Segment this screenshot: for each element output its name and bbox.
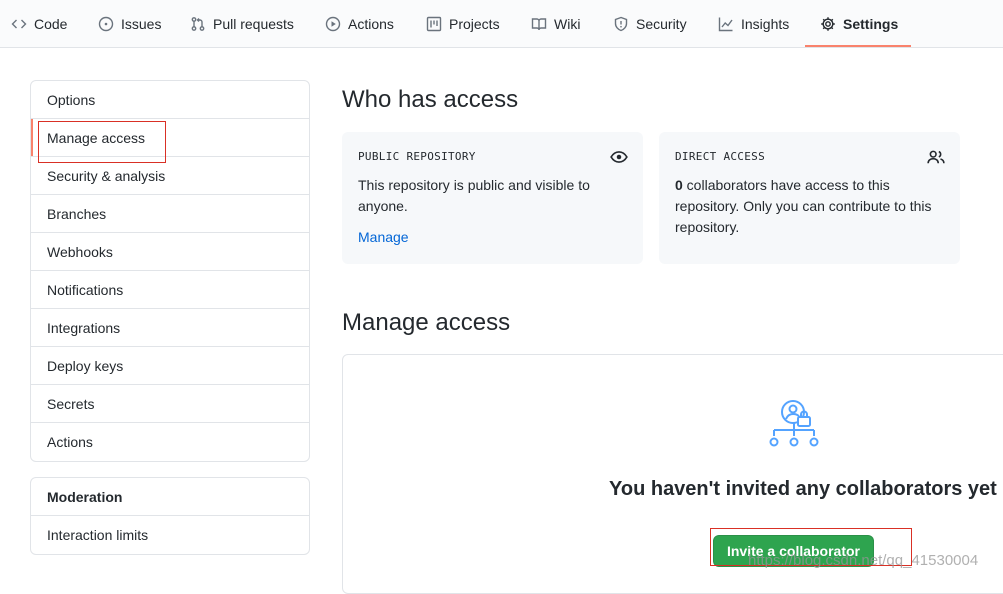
tab-insights[interactable]: Insights — [718, 0, 789, 48]
graph-icon — [718, 17, 733, 32]
tab-projects[interactable]: Projects — [426, 0, 500, 48]
card-label: DIRECT ACCESS — [675, 150, 765, 163]
tab-label: Pull requests — [213, 16, 294, 32]
tab-pull-requests[interactable]: Pull requests — [190, 0, 294, 48]
active-tab-underline — [805, 45, 911, 47]
who-has-access-title: Who has access — [342, 86, 519, 113]
menu-item-notifications[interactable]: Notifications — [31, 271, 309, 309]
tab-label: Security — [636, 16, 687, 32]
collaborator-count: 0 — [675, 177, 683, 193]
menu-item-interaction-limits[interactable]: Interaction limits — [31, 516, 309, 554]
card-text-line: repository. Only you can contribute to t… — [675, 198, 932, 214]
card-text: 0 collaborators have access to this repo… — [675, 175, 932, 238]
tab-security[interactable]: Security — [613, 0, 687, 48]
menu-item-deploy-keys[interactable]: Deploy keys — [31, 347, 309, 385]
tab-label: Projects — [449, 16, 500, 32]
menu-item-integrations[interactable]: Integrations — [31, 309, 309, 347]
tab-code[interactable]: Code — [11, 0, 67, 48]
gear-icon — [821, 17, 835, 31]
shield-icon — [614, 16, 628, 32]
menu-item-branches[interactable]: Branches — [31, 195, 309, 233]
repo-nav: Code Issues Pull requests Actions Projec… — [0, 0, 1003, 48]
tab-settings[interactable]: Settings — [820, 0, 898, 48]
card-text: This repository is public and visible to… — [358, 175, 590, 248]
manage-link[interactable]: Manage — [358, 227, 590, 248]
moderation-menu: Moderation Interaction limits — [30, 477, 310, 555]
eye-icon — [610, 151, 628, 163]
tab-actions[interactable]: Actions — [325, 0, 394, 48]
people-icon — [927, 150, 945, 164]
menu-item-webhooks[interactable]: Webhooks — [31, 233, 309, 271]
direct-access-card: DIRECT ACCESS 0 collaborators have acces… — [659, 132, 960, 264]
project-icon — [426, 16, 442, 32]
tab-label: Issues — [121, 16, 162, 32]
tab-label: Settings — [843, 16, 899, 32]
tab-label: Insights — [741, 16, 790, 32]
menu-item-options[interactable]: Options — [31, 81, 309, 119]
tab-wiki[interactable]: Wiki — [531, 0, 580, 48]
book-icon — [531, 18, 547, 31]
card-text-line: anyone. — [358, 198, 408, 214]
watermark: https://blog.csdn.net/qq_41530004 — [748, 552, 979, 569]
menu-item-manage-access[interactable]: Manage access — [31, 119, 309, 157]
pull-request-icon — [191, 17, 205, 31]
play-icon — [325, 16, 341, 32]
code-icon — [11, 19, 27, 29]
menu-item-actions[interactable]: Actions — [31, 423, 309, 461]
card-text-fragment: collaborators have access to this — [682, 177, 890, 193]
blankslate-title: You haven't invited any collaborators ye… — [609, 478, 997, 500]
tab-label: Code — [34, 16, 68, 32]
card-label: PUBLIC REPOSITORY — [358, 150, 476, 163]
card-text-line: 0 collaborators have access to this — [675, 175, 932, 196]
menu-item-security-analysis[interactable]: Security & analysis — [31, 157, 309, 195]
issue-icon — [98, 16, 114, 32]
card-text-line: This repository is public and visible to — [358, 177, 590, 193]
menu-item-secrets[interactable]: Secrets — [31, 385, 309, 423]
tab-label: Actions — [348, 16, 394, 32]
tab-issues[interactable]: Issues — [98, 0, 161, 48]
settings-menu: Options Manage access Security & analysi… — [30, 80, 310, 462]
moderation-heading: Moderation — [31, 478, 309, 516]
manage-access-title: Manage access — [342, 309, 511, 336]
public-repository-card: PUBLIC REPOSITORY This repository is pub… — [342, 132, 643, 264]
card-text-line: repository. — [675, 219, 740, 235]
tab-label: Wiki — [554, 16, 581, 32]
collaborators-lock-icon — [769, 400, 819, 447]
